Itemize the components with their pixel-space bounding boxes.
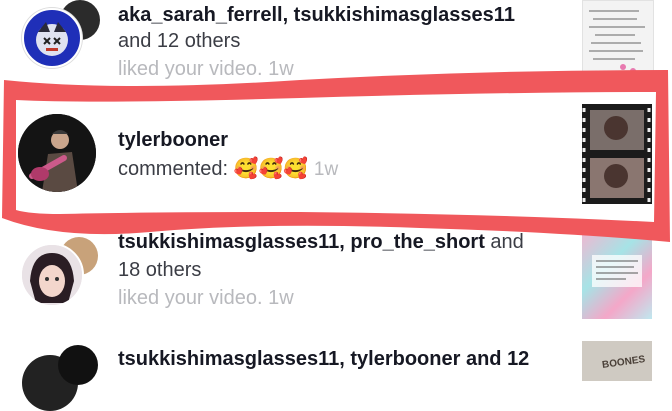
notification-status: liked your video. 1w [118, 58, 294, 80]
comment-text: commented: 🥰🥰🥰 1w [118, 158, 339, 180]
thumbnail-text: BOONES [601, 354, 646, 371]
secondary-avatar [58, 345, 98, 385]
video-thumbnail[interactable] [582, 227, 652, 319]
anime-avatar-icon [22, 245, 82, 305]
commenter-username[interactable]: tylerbooner [118, 129, 228, 151]
comment-emoji: 🥰🥰🥰 [233, 158, 309, 180]
video-thumbnail[interactable] [582, 0, 654, 84]
avatar[interactable] [18, 114, 96, 192]
liker-usernames[interactable]: tsukkishimasglasses11, tylerbooner and 1… [118, 348, 529, 370]
avatar-face-icon [36, 22, 68, 56]
video-thumbnail[interactable] [582, 104, 652, 204]
username-2[interactable]: pro_the_short [350, 231, 484, 253]
notification-status: liked your video. 1w [118, 287, 294, 309]
liker-usernames[interactable]: aka_sarah_ferrell, tsukkishimasglasses11 [118, 4, 515, 26]
avatar[interactable] [22, 8, 82, 68]
video-thumbnail[interactable]: BOONES [582, 341, 652, 381]
avatar[interactable] [20, 243, 84, 307]
notification-row-1[interactable]: aka_sarah_ferrell, tsukkishimasglasses11… [0, 0, 672, 85]
liker-usernames: tsukkishimasglasses11, pro_the_short and [118, 231, 524, 253]
text-card-thumbnail-icon [592, 255, 642, 287]
notification-row-4[interactable]: tsukkishimasglasses11, tylerbooner and 1… [0, 335, 672, 411]
others-count: 18 others [118, 259, 202, 281]
handwritten-note-thumbnail-icon [589, 10, 645, 74]
guitar-player-avatar-icon [18, 114, 96, 192]
film-strip-thumbnail-icon [582, 104, 652, 204]
username-1[interactable]: tsukkishimasglasses11 [118, 231, 339, 253]
notification-row-2[interactable]: tylerbooner commented: 🥰🥰🥰 1w [0, 100, 672, 220]
notification-row-3[interactable]: tsukkishimasglasses11, pro_the_short and… [0, 225, 672, 330]
others-count: and 12 others [118, 30, 241, 52]
